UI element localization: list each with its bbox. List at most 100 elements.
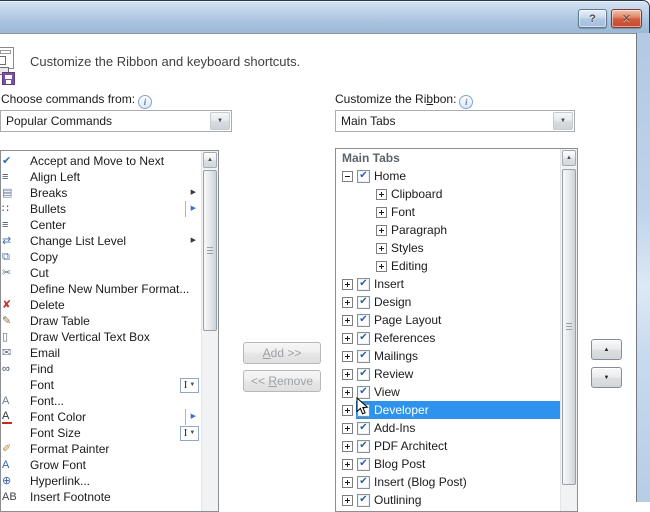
command-list-item[interactable]: A Font... — [2, 393, 201, 409]
command-list-item[interactable]: A Font Color ▶ — [2, 409, 201, 425]
command-list-item[interactable]: ✘ Delete — [2, 297, 201, 313]
info-icon[interactable]: i — [138, 95, 153, 109]
ribbon-tree-items: ✔ Home Clipboard Font Paragraph Styles Editing… — [337, 167, 560, 509]
add-button[interactable]: Add >> — [243, 342, 321, 364]
expand-box-icon[interactable] — [342, 314, 353, 326]
email-icon: ✉ — [2, 347, 12, 359]
checkbox[interactable]: ✔ — [357, 295, 370, 309]
checkbox[interactable]: ✔ — [357, 277, 370, 291]
expand-box-icon[interactable] — [376, 260, 387, 272]
commands-scrollbar[interactable]: ▲ — [201, 151, 218, 511]
scrollbar-thumb[interactable] — [562, 169, 576, 485]
expand-box-icon[interactable] — [342, 494, 353, 506]
expand-box-icon[interactable] — [376, 206, 387, 218]
checkbox[interactable]: ✔ — [357, 367, 370, 381]
expand-box-icon[interactable] — [342, 278, 353, 290]
expand-box-icon[interactable] — [342, 332, 353, 344]
command-list-item[interactable]: A Grow Font — [2, 457, 201, 473]
ribbon-tree-item[interactable]: ✔ Insert — [337, 275, 560, 293]
command-list-item[interactable]: ✉ Email — [2, 345, 201, 361]
chevron-down-icon[interactable]: ▼ — [553, 112, 573, 130]
move-down-button[interactable]: ▼ — [591, 367, 622, 388]
ribbon-tree-item[interactable]: ✔ Developer — [337, 401, 560, 419]
command-list-item[interactable]: ✂ Cut — [2, 265, 201, 281]
scroll-up-icon[interactable]: ▲ — [562, 150, 576, 166]
checkbox[interactable]: ✔ — [357, 313, 370, 327]
close-button[interactable]: ✕ — [611, 9, 642, 28]
ribbon-tree-item[interactable]: ✔ Home — [337, 167, 560, 185]
ribbon-tree-item[interactable]: Font — [337, 203, 560, 221]
chevron-down-icon[interactable]: ▼ — [210, 112, 230, 130]
ribbon-tree-item[interactable]: ✔ Outlining — [337, 491, 560, 509]
ribbon-tree-item[interactable]: ✔ Add-Ins — [337, 419, 560, 437]
checkbox[interactable]: ✔ — [357, 169, 370, 183]
command-list-item[interactable]: ▯ Draw Vertical Text Box — [2, 329, 201, 345]
info-icon[interactable]: i — [459, 95, 474, 109]
command-list-item[interactable]: ▤ Breaks ▶ — [2, 185, 201, 201]
command-list-item[interactable]: ∷ Bullets ▶ — [2, 201, 201, 217]
expand-box-icon[interactable] — [342, 368, 353, 380]
command-list-item[interactable]: ⇄ Change List Level ▶ — [2, 233, 201, 249]
ribbon-tree-listbox: Main Tabs ✔ Home Clipboard Font Paragraph Sty… — [335, 148, 578, 512]
expand-box-icon[interactable] — [376, 188, 387, 200]
expand-box-icon[interactable] — [342, 404, 353, 416]
ribbon-tree-item[interactable]: ✔ Review — [337, 365, 560, 383]
checkbox[interactable]: ✔ — [357, 403, 370, 417]
ribbon-tree-item[interactable]: ✔ Page Layout — [337, 311, 560, 329]
ribbon-tree-item[interactable]: ✔ Mailings — [337, 347, 560, 365]
command-list-item[interactable]: ≡ Align Left — [2, 169, 201, 185]
ribbon-tree-item[interactable]: ✔ Design — [337, 293, 560, 311]
command-label: Cut — [30, 266, 49, 280]
ribbon-tree-item[interactable]: ✔ Insert (Blog Post) — [337, 473, 560, 491]
ribbon-tree-scrollbar[interactable]: ▲ — [560, 149, 577, 511]
command-list-item[interactable]: ∞ Find — [2, 361, 201, 377]
expand-box-icon[interactable] — [342, 422, 353, 434]
command-list-item[interactable]: ⧉ Copy — [2, 249, 201, 265]
command-list-item[interactable]: ≡ Center — [2, 217, 201, 233]
expand-box-icon[interactable] — [376, 224, 387, 236]
checkbox[interactable]: ✔ — [357, 475, 370, 489]
remove-button[interactable]: << Remove — [243, 370, 321, 392]
ribbon-tree-item[interactable]: ✔ View — [337, 383, 560, 401]
ribbon-tree-item[interactable]: ✔ PDF Architect — [337, 437, 560, 455]
command-list-item[interactable]: ✎ Draw Table — [2, 313, 201, 329]
command-list-item[interactable]: ✔ Accept and Move to Next — [2, 153, 201, 169]
command-list-item[interactable]: AB¹Insert Footnote — [2, 489, 201, 505]
choose-commands-dropdown[interactable]: Popular Commands ▼ — [0, 110, 232, 132]
close-icon: ✕ — [621, 13, 632, 25]
help-button[interactable]: ? — [578, 9, 607, 28]
scrollbar-thumb[interactable] — [203, 170, 217, 331]
checkbox[interactable]: ✔ — [357, 421, 370, 435]
checkbox[interactable]: ✔ — [357, 493, 370, 507]
command-list-item[interactable]: Font I ▼ — [2, 377, 201, 393]
expand-box-icon[interactable] — [342, 296, 353, 308]
scroll-up-icon[interactable]: ▲ — [203, 152, 217, 168]
checkbox[interactable]: ✔ — [357, 331, 370, 345]
checkbox[interactable]: ✔ — [357, 385, 370, 399]
check-icon: ✔ — [359, 439, 368, 451]
move-up-button[interactable]: ▲ — [591, 339, 622, 360]
expand-box-icon[interactable] — [342, 350, 353, 362]
expand-box-icon[interactable] — [376, 242, 387, 254]
commands-listbox: ✔ Accept and Move to Next ≡ Align Left ▤ Brea… — [0, 150, 219, 512]
command-list-item[interactable]: Define New Number Format... — [2, 281, 201, 297]
ribbon-tree-item[interactable]: ✔ Blog Post — [337, 455, 560, 473]
ribbon-tree-item[interactable]: Styles — [337, 239, 560, 257]
command-list-item[interactable]: Font Size I ▼ — [2, 425, 201, 441]
expand-box-icon[interactable] — [342, 476, 353, 488]
expand-box-icon[interactable] — [342, 386, 353, 398]
ribbon-tree-item[interactable]: Paragraph — [337, 221, 560, 239]
ribbon-tree-item[interactable]: ✔ References — [337, 329, 560, 347]
collapse-box-icon[interactable] — [342, 170, 353, 182]
ribbon-tree-item[interactable]: Clipboard — [337, 185, 560, 203]
expand-box-icon[interactable] — [342, 458, 353, 470]
command-list-item[interactable]: ✐ Format Painter — [2, 441, 201, 457]
checkbox[interactable]: ✔ — [357, 439, 370, 453]
checkbox[interactable]: ✔ — [357, 349, 370, 363]
command-list-item[interactable]: ⊕ Hyperlink... — [2, 473, 201, 489]
expand-box-icon[interactable] — [342, 440, 353, 452]
tree-item-label: Paragraph — [391, 223, 448, 237]
customize-ribbon-dropdown[interactable]: Main Tabs ▼ — [335, 110, 575, 132]
ribbon-tree-item[interactable]: Editing — [337, 257, 560, 275]
checkbox[interactable]: ✔ — [357, 457, 370, 471]
